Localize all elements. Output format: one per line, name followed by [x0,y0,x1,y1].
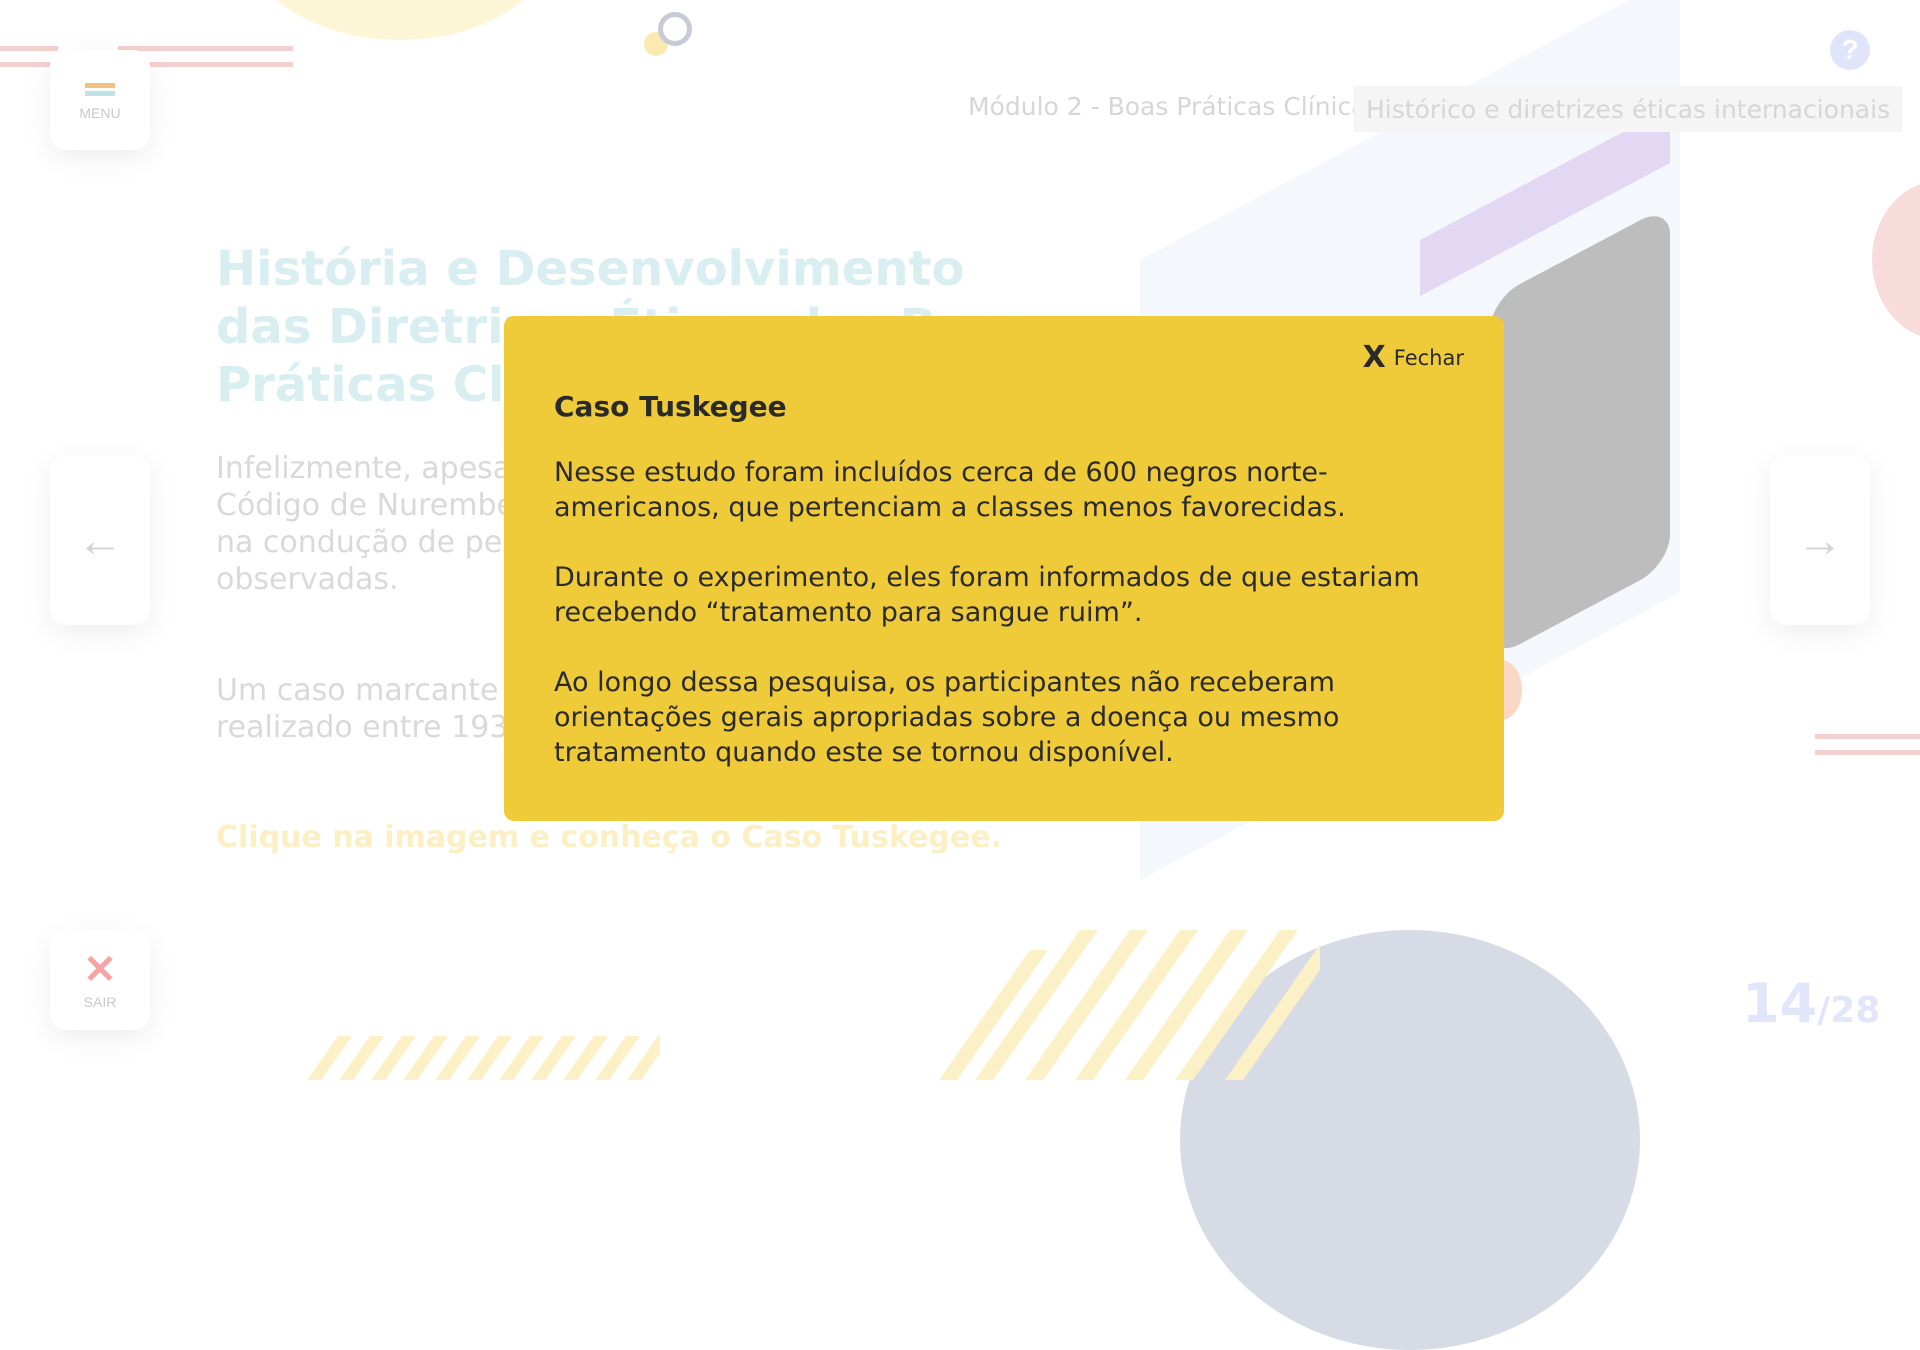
tuskegee-link[interactable]: Clique na imagem e conheça o Caso Tuskeg… [216,820,1002,855]
close-icon: ✕ [83,948,117,992]
decorative-ring [658,12,692,46]
decorative-line [0,46,58,51]
decorative-circle [240,0,560,40]
exit-label: SAIR [83,994,117,1010]
modal-paragraph: Ao longo dessa pesquisa, os participante… [554,667,1340,768]
decorative-line [118,46,293,51]
decorative-stripes [300,1036,660,1080]
exit-button[interactable]: ✕ SAIR [50,930,150,1030]
prev-slide-button[interactable]: ← [50,455,150,625]
next-slide-button[interactable]: → [1770,455,1870,625]
module-title: Módulo 2 - Boas Práticas Clínicas [968,92,1380,121]
modal-paragraph: Durante o experimento, eles foram inform… [554,562,1420,628]
arrow-left-icon: ← [77,514,123,566]
modal-title: Caso Tuskegee [554,390,787,423]
decorative-stripes [900,930,1320,1080]
close-label: Fechar [1393,345,1464,370]
decorative-line [1815,750,1920,755]
menu-button[interactable]: MENU [50,50,150,150]
menu-icon [85,80,115,99]
menu-label: MENU [79,104,121,121]
modal-paragraph: Nesse estudo foram incluídos cerca de 60… [554,457,1346,523]
arrow-right-icon: → [1797,514,1843,566]
decorative-circle [1872,180,1920,340]
total-pages: /28 [1817,990,1881,1031]
help-button[interactable]: ? [1830,30,1870,70]
topic-label: Histórico e diretrizes éticas internacio… [1366,94,1891,124]
modal-close-button[interactable]: X Fechar [1363,340,1464,375]
decorative-line [1815,734,1920,739]
tuskegee-modal: X Fechar Caso Tuskegee Nesse estudo fora… [504,316,1504,821]
current-page: 14 [1742,972,1818,1035]
topic-badge: Histórico e diretrizes éticas internacio… [1354,86,1903,132]
page-counter: 14/28 [1742,972,1880,1035]
close-icon: X [1362,340,1386,375]
